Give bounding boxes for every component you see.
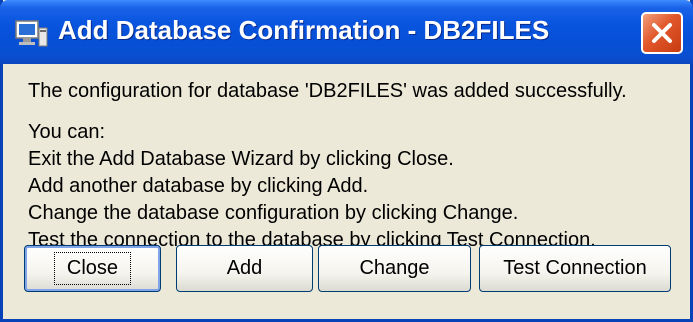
close-button-label: Close <box>53 252 132 285</box>
title-bar[interactable]: Add Database Confirmation - DB2FILES <box>0 0 693 64</box>
option-add-text: Add another database by clicking Add. <box>28 175 369 197</box>
close-icon <box>652 23 672 43</box>
add-button-label: Add <box>226 257 263 279</box>
options-intro: You can: <box>28 121 106 143</box>
change-button-label: Change <box>359 257 430 279</box>
window-title: Add Database Confirmation - DB2FILES <box>58 15 550 45</box>
option-close-text: Exit the Add Database Wizard by clicking… <box>28 148 454 170</box>
close-button[interactable]: Close <box>24 245 161 292</box>
dialog-window: Add Database Confirmation - DB2FILES The… <box>0 0 693 322</box>
change-button[interactable]: Change <box>318 245 471 292</box>
test-connection-button-label: Test Connection <box>503 257 647 279</box>
close-window-button[interactable] <box>641 12 683 54</box>
success-message: The configuration for database 'DB2FILES… <box>28 80 627 102</box>
add-button[interactable]: Add <box>176 245 313 292</box>
database-window-icon <box>14 18 50 48</box>
test-connection-button[interactable]: Test Connection <box>479 245 671 292</box>
option-change-text: Change the database configuration by cli… <box>28 202 519 224</box>
